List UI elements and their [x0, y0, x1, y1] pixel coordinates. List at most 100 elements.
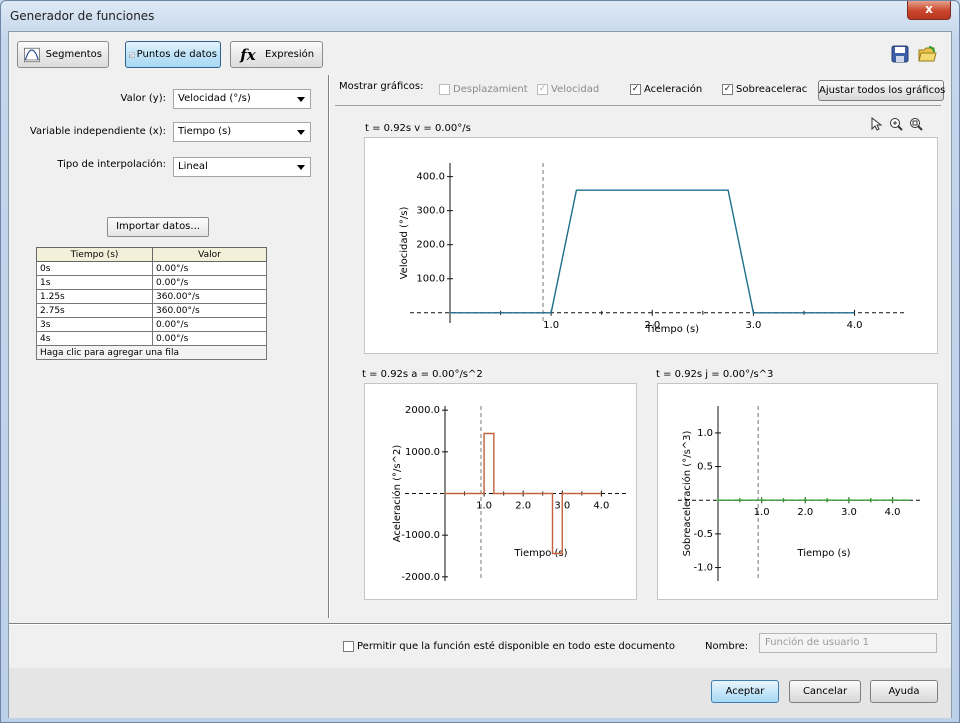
cell-value[interactable]: 360.00°/s: [152, 289, 267, 304]
importar-datos-button[interactable]: Importar datos...: [107, 217, 209, 237]
add-row-hint[interactable]: Haga clic para agregar una fila: [36, 345, 267, 360]
puntos-datos-label: Puntos de datos: [136, 49, 217, 60]
cell-value[interactable]: 360.00°/s: [152, 303, 267, 318]
cell-value[interactable]: 0.00°/s: [152, 261, 267, 276]
table-row[interactable]: 4s 0.00°/s: [36, 331, 267, 346]
x-tick-label: 4.0: [847, 320, 863, 331]
checkbox-box: [439, 84, 450, 95]
column-header-tiempo[interactable]: Tiempo (s): [36, 247, 153, 262]
table-row[interactable]: 2.75s 360.00°/s: [36, 303, 267, 318]
interpolacion-select-value: Lineal: [178, 161, 208, 172]
y-tick-label: 400.0: [416, 172, 445, 183]
segments-icon: [24, 47, 40, 62]
acceleration-readout: t = 0.92s a = 0.00°/s^2: [362, 369, 483, 380]
table-row[interactable]: 1.25s 360.00°/s: [36, 289, 267, 304]
puntos-datos-button[interactable]: Puntos de datos: [125, 41, 221, 68]
table-row[interactable]: 3s 0.00°/s: [36, 317, 267, 332]
open-folder-icon[interactable]: [917, 44, 937, 64]
dialog-client: Segmentos Puntos de datos fx Expresión V…: [8, 31, 952, 718]
x-tick-label: 3.0: [841, 507, 857, 518]
panel-divider[interactable]: [328, 75, 330, 618]
x-axis-label: Tiempo (s): [796, 548, 850, 559]
valor-select[interactable]: Velocidad (°/s): [173, 89, 311, 109]
permitir-label: Permitir que la función esté disponible …: [357, 641, 676, 652]
aceptar-button[interactable]: Aceptar: [711, 680, 779, 703]
cell-time[interactable]: 3s: [36, 317, 153, 332]
table-row[interactable]: 1s 0.00°/s: [36, 275, 267, 290]
y-tick-label: -2000.0: [401, 572, 440, 583]
data-points-icon: [129, 51, 135, 58]
cell-value[interactable]: 0.00°/s: [152, 317, 267, 332]
x-tick-label: 3.0: [745, 320, 761, 331]
y-tick-label: -1000.0: [401, 530, 440, 541]
x-axis-label: Tiempo (s): [645, 324, 699, 335]
acceleration-plot[interactable]: 1.0 2.0 3.0 4.0 -2000.0 -1000.0 1000.0 2000.0 Ti…: [364, 383, 637, 600]
y-tick-label: 0.5: [697, 462, 713, 473]
column-header-valor[interactable]: Valor: [152, 247, 267, 262]
checkbox-box: ✓: [537, 84, 548, 95]
left-panel: Valor (y): Velocidad (°/s) Variable inde…: [9, 75, 329, 618]
checkbox-box[interactable]: ✓: [722, 84, 733, 95]
zoom-in-icon[interactable]: [889, 117, 903, 131]
cell-time[interactable]: 1s: [36, 275, 153, 290]
cancelar-button[interactable]: Cancelar: [789, 680, 861, 703]
series-line: [445, 432, 602, 555]
sobreaceleracion-checkbox[interactable]: ✓ Sobreacelerac: [722, 84, 807, 95]
cell-time[interactable]: 0s: [36, 261, 153, 276]
jerk-plot[interactable]: 1.0 2.0 3.0 4.0 -1.0 -0.5 0.5 1.0 Tiempo (s) Sobr…: [657, 383, 938, 600]
ayuda-button[interactable]: Ayuda: [870, 680, 938, 703]
cell-time[interactable]: 1.25s: [36, 289, 153, 304]
add-row[interactable]: Haga clic para agregar una fila: [36, 345, 267, 360]
x-tick-label: 1.0: [754, 507, 770, 518]
button-bar: Aceptar Cancelar Ayuda: [9, 668, 951, 718]
series-line: [450, 189, 855, 314]
velocity-readout: t = 0.92s v = 0.00°/s: [365, 123, 471, 134]
jerk-readout: t = 0.92s j = 0.00°/s^3: [656, 369, 774, 380]
expresion-button[interactable]: fx Expresión: [230, 41, 323, 68]
jerk-chart: 1.0 2.0 3.0 4.0 -1.0 -0.5 0.5 1.0 Tiempo (s) Sobr…: [678, 406, 922, 581]
checkbox-box[interactable]: [343, 641, 354, 652]
sobreaceleracion-label: Sobreacelerac: [736, 84, 808, 95]
checkbox-box[interactable]: ✓: [630, 84, 641, 95]
velocity-plot[interactable]: 1.0 2.0 3.0 4.0 100.0 200.0 300.0 400.0 Tiempo (…: [364, 137, 938, 354]
cell-time[interactable]: 2.75s: [36, 303, 153, 318]
ajustar-graficos-button[interactable]: Ajustar todos los gráficos: [818, 80, 945, 101]
interpolacion-label: Tipo de interpolación:: [57, 159, 166, 170]
cell-value[interactable]: 0.00°/s: [152, 275, 267, 290]
chevron-down-icon: [297, 97, 305, 102]
table-row[interactable]: 0s 0.00°/s: [36, 261, 267, 276]
x-tick-label: 2.0: [797, 507, 813, 518]
interpolacion-select[interactable]: Lineal: [173, 157, 311, 177]
zoom-fit-icon[interactable]: [909, 117, 923, 131]
pointer-icon[interactable]: [869, 117, 883, 131]
x-tick-label: 1.0: [543, 320, 559, 331]
y-tick-label: 1.0: [697, 428, 713, 439]
mostrar-graficos-label: Mostrar gráficos:: [339, 81, 424, 92]
segmentos-label: Segmentos: [45, 49, 102, 60]
aceleracion-label: Aceleración: [644, 84, 703, 95]
x-tick-label: 2.0: [515, 501, 531, 512]
cell-time[interactable]: 4s: [36, 331, 153, 346]
segmentos-button[interactable]: Segmentos: [17, 41, 109, 68]
save-icon[interactable]: [890, 44, 910, 64]
y-tick-label: 200.0: [416, 240, 445, 251]
desplazamiento-label: Desplazamient: [453, 84, 528, 95]
graphs-separator: [335, 105, 941, 106]
permitir-checkbox[interactable]: Permitir que la función esté disponible …: [343, 641, 675, 652]
nombre-input[interactable]: Función de usuario 1: [759, 633, 937, 653]
x-tick-label: 4.0: [885, 507, 901, 518]
velocity-chart: 1.0 2.0 3.0 4.0100.0200.0300.0400.0Tiempo (…: [399, 163, 907, 335]
variable-select[interactable]: Tiempo (s): [173, 122, 311, 142]
cell-value[interactable]: 0.00°/s: [152, 331, 267, 346]
velocidad-label: Velocidad: [551, 84, 600, 95]
valor-label: Valor (y):: [120, 93, 166, 104]
chevron-down-icon: [297, 165, 305, 170]
close-button[interactable]: x: [907, 1, 951, 20]
desplazamiento-checkbox: Desplazamient: [439, 84, 528, 95]
chevron-down-icon: [297, 130, 305, 135]
y-tick-label: 1000.0: [405, 447, 440, 458]
title-bar[interactable]: Generador de funciones x: [1, 1, 959, 31]
velocidad-checkbox: ✓ Velocidad: [537, 84, 599, 95]
y-axis-label: Aceleración (°/s^2): [391, 445, 403, 543]
aceleracion-checkbox[interactable]: ✓ Aceleración: [630, 84, 702, 95]
